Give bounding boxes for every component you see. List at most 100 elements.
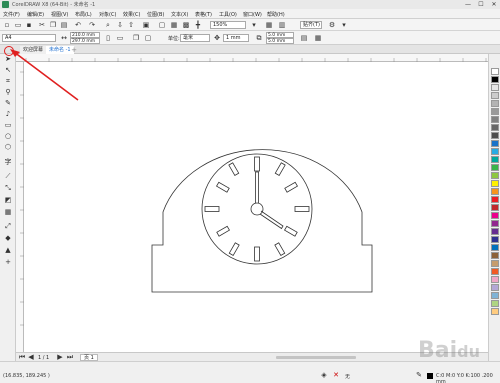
show-guidelines-icon[interactable]: ╋ bbox=[194, 21, 202, 29]
menu-help[interactable]: 帮助(H) bbox=[267, 11, 285, 18]
palette-swatch[interactable] bbox=[491, 268, 499, 275]
application-launcher-icon[interactable]: ▾ bbox=[340, 21, 348, 29]
palette-swatch[interactable] bbox=[491, 300, 499, 307]
close-button[interactable]: ✕ bbox=[488, 0, 500, 9]
palette-swatch[interactable] bbox=[491, 164, 499, 171]
palette-swatch[interactable] bbox=[491, 84, 499, 91]
transparency-icon[interactable]: ▦ bbox=[3, 208, 13, 217]
menu-bitmaps[interactable]: 位图(B) bbox=[147, 11, 164, 18]
menu-layout[interactable]: 布局(L) bbox=[75, 11, 92, 18]
cut-icon[interactable]: ✂ bbox=[38, 21, 46, 29]
portrait-icon[interactable]: ▯ bbox=[104, 34, 112, 42]
menu-text[interactable]: 文本(X) bbox=[171, 11, 188, 18]
palette-swatch[interactable] bbox=[491, 228, 499, 235]
full-screen-icon[interactable]: ▢ bbox=[158, 21, 166, 29]
palette-swatch[interactable] bbox=[491, 100, 499, 107]
outline-color-swatch[interactable] bbox=[427, 373, 433, 379]
palette-swatch[interactable] bbox=[491, 132, 499, 139]
menu-effects[interactable]: 效果(C) bbox=[123, 11, 140, 18]
show-grid-icon[interactable]: ▩ bbox=[182, 21, 190, 29]
polygon-tool-icon[interactable]: ⬡ bbox=[3, 143, 13, 152]
drawing-canvas[interactable] bbox=[24, 62, 488, 352]
palette-swatch[interactable] bbox=[491, 276, 499, 283]
drop-shadow-icon[interactable]: ◩ bbox=[3, 196, 13, 205]
snap-to-dropdown[interactable]: 贴齐(T) bbox=[300, 21, 322, 29]
duplicate-y-input[interactable]: 5.0 mm bbox=[266, 38, 294, 44]
palette-swatch[interactable] bbox=[491, 308, 499, 315]
import-icon[interactable]: ⇩ bbox=[116, 21, 124, 29]
parallel-dimension-icon[interactable]: ⟋ bbox=[3, 172, 13, 181]
page-options-icon[interactable]: ▤ bbox=[300, 34, 308, 42]
palette-swatch[interactable] bbox=[491, 236, 499, 243]
palette-swatch[interactable] bbox=[491, 292, 499, 299]
next-page-icon[interactable]: ▶ bbox=[56, 353, 64, 361]
prev-page-icon[interactable]: ◀ bbox=[27, 353, 35, 361]
paste-icon[interactable]: ▤ bbox=[60, 21, 68, 29]
add-tool-icon[interactable]: + bbox=[3, 258, 13, 267]
palette-swatch[interactable] bbox=[491, 180, 499, 187]
palette-swatch[interactable] bbox=[491, 220, 499, 227]
undo-icon[interactable]: ↶ bbox=[74, 21, 82, 29]
outline-pen-icon[interactable]: ✎ bbox=[415, 371, 423, 379]
menu-edit[interactable]: 编辑(E) bbox=[27, 11, 44, 18]
units-select[interactable]: 毫米 bbox=[180, 34, 210, 42]
palette-swatch[interactable] bbox=[491, 244, 499, 251]
menu-window[interactable]: 窗口(W) bbox=[243, 11, 262, 18]
palette-swatch[interactable] bbox=[491, 284, 499, 291]
connector-tool-icon[interactable]: ⤡ bbox=[3, 184, 13, 193]
menu-object[interactable]: 对象(C) bbox=[99, 11, 116, 18]
all-pages-icon[interactable]: ❐ bbox=[132, 34, 140, 42]
palette-swatch[interactable] bbox=[491, 116, 499, 123]
artistic-media-icon[interactable]: ♪ bbox=[3, 110, 13, 119]
palette-swatch[interactable] bbox=[491, 260, 499, 267]
page-tab-1[interactable]: 页 1 bbox=[80, 354, 98, 361]
nudge-distance-input[interactable]: 1 mm bbox=[223, 34, 249, 42]
palette-swatch[interactable] bbox=[491, 92, 499, 99]
palette-swatch[interactable] bbox=[491, 124, 499, 131]
fill-indicator-icon[interactable]: ◈ bbox=[320, 371, 328, 379]
palette-swatch[interactable] bbox=[491, 196, 499, 203]
last-page-icon[interactable]: ⏭ bbox=[66, 353, 74, 361]
maximize-button[interactable]: ☐ bbox=[475, 0, 487, 9]
zoom-level-select[interactable]: 150% bbox=[210, 21, 246, 29]
palette-swatch[interactable] bbox=[491, 252, 499, 259]
palette-swatch[interactable] bbox=[491, 148, 499, 155]
export-icon[interactable]: ⇧ bbox=[127, 21, 135, 29]
menu-table[interactable]: 表格(T) bbox=[195, 11, 212, 18]
menu-file[interactable]: 文件(F) bbox=[3, 11, 20, 18]
open-folder-icon[interactable]: ▭ bbox=[14, 21, 22, 29]
options-gear-icon[interactable]: ⚙ bbox=[328, 21, 336, 29]
rectangle-tool-icon[interactable]: ▭ bbox=[3, 121, 13, 130]
clock-drawing[interactable] bbox=[24, 62, 488, 352]
save-icon[interactable]: ▪ bbox=[25, 21, 33, 29]
show-rulers-icon[interactable]: ▦ bbox=[170, 21, 178, 29]
text-tool-icon[interactable]: 字 bbox=[3, 158, 13, 167]
menu-tools[interactable]: 工具(O) bbox=[219, 11, 237, 18]
no-fill-icon[interactable]: ✕ bbox=[332, 371, 340, 379]
minimize-button[interactable]: — bbox=[462, 0, 474, 9]
snap-options-icon[interactable]: ▥ bbox=[278, 21, 286, 29]
first-page-icon[interactable]: ⏮ bbox=[18, 353, 26, 361]
palette-swatch[interactable] bbox=[491, 172, 499, 179]
menu-view[interactable]: 视图(V) bbox=[51, 11, 68, 18]
current-page-icon[interactable]: ▢ bbox=[144, 34, 152, 42]
interactive-fill-icon[interactable]: ◆ bbox=[3, 234, 13, 243]
document-options-icon[interactable]: ▦ bbox=[314, 34, 322, 42]
search-content-icon[interactable]: ⌕ bbox=[104, 21, 112, 29]
palette-swatch[interactable] bbox=[491, 108, 499, 115]
palette-swatch[interactable] bbox=[491, 204, 499, 211]
horizontal-scrollbar[interactable] bbox=[276, 356, 356, 359]
copy-icon[interactable]: ❐ bbox=[49, 21, 57, 29]
eyedropper-icon[interactable]: ⤢ bbox=[3, 222, 13, 231]
snap-to-grid-icon[interactable]: ▦ bbox=[265, 21, 273, 29]
palette-swatch[interactable] bbox=[491, 188, 499, 195]
new-document-icon[interactable]: ▫ bbox=[3, 21, 11, 29]
palette-swatch[interactable] bbox=[491, 156, 499, 163]
palette-swatch[interactable] bbox=[491, 76, 499, 83]
smart-fill-icon[interactable]: ▲ bbox=[3, 246, 13, 255]
publish-pdf-icon[interactable]: ▣ bbox=[142, 21, 150, 29]
redo-icon[interactable]: ↷ bbox=[88, 21, 96, 29]
landscape-icon[interactable]: ▭ bbox=[116, 34, 124, 42]
zoom-dropdown-icon[interactable]: ▾ bbox=[250, 21, 258, 29]
palette-swatch[interactable] bbox=[491, 140, 499, 147]
